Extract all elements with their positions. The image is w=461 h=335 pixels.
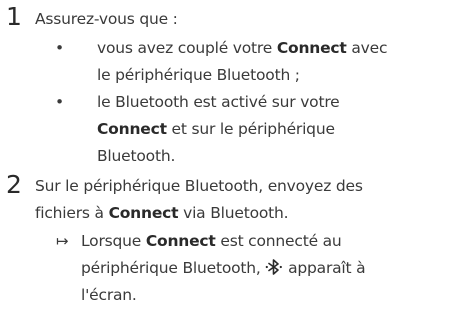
result-line-3: l'écran. [81, 286, 137, 304]
step-number-1: 1 [6, 2, 22, 31]
bluetooth-icon [265, 257, 283, 275]
bullet-dot-2: • [55, 93, 65, 111]
bullet-1-line-1: vous avez couplé votre Connect avec [97, 39, 388, 57]
step-2-line-2: fichiers à Connect via Bluetooth. [35, 204, 289, 222]
bullet-2-line-2: Connect et sur le périphérique [97, 120, 335, 138]
result-line-1: Lorsque Connect est connecté au [81, 232, 342, 250]
bullet-2-line-1: le Bluetooth est activé sur votre [97, 93, 340, 111]
result-line-2: périphérique Bluetooth, apparaît à [81, 257, 366, 277]
step-2-line-1: Sur le périphérique Bluetooth, envoyez d… [35, 177, 363, 195]
bullet-2-line-3: Bluetooth. [97, 147, 176, 165]
step-number-2: 2 [6, 170, 22, 199]
step-1-intro: Assurez-vous que : [35, 10, 178, 28]
result-arrow-icon: ↦ [56, 232, 69, 250]
bullet-dot-1: • [55, 39, 65, 57]
bullet-1-line-2: le périphérique Bluetooth ; [97, 66, 300, 84]
